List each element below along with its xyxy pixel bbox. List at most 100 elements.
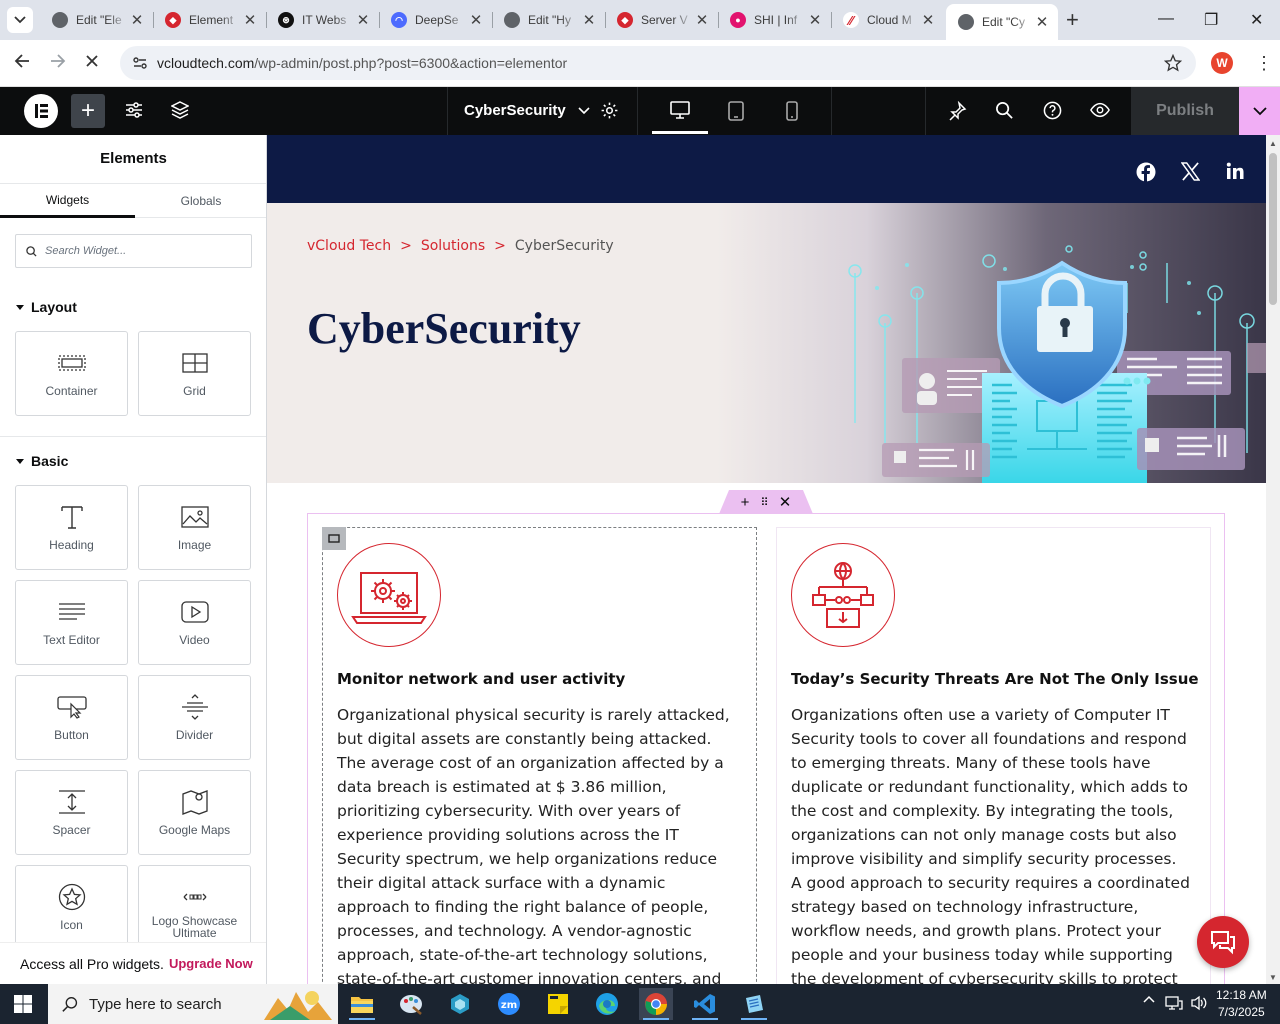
browser-tab[interactable]: Edit "Ele ✕	[40, 0, 153, 40]
publish-button[interactable]: Publish	[1131, 87, 1239, 135]
file-explorer-icon[interactable]	[345, 988, 379, 1020]
restore-icon[interactable]: ❐	[1204, 10, 1218, 30]
column-1-text[interactable]: Organizational physical security is rare…	[337, 703, 737, 984]
chrome-browser-icon[interactable]	[639, 988, 673, 1020]
profile-avatar[interactable]: W	[1211, 52, 1233, 74]
facebook-icon[interactable]	[1136, 162, 1156, 182]
paint-app-icon[interactable]	[394, 988, 428, 1020]
breadcrumb-solutions-link[interactable]: Solutions	[421, 238, 485, 254]
close-icon[interactable]: ✕	[468, 11, 484, 29]
browser-tab-active[interactable]: Edit "Cy ✕	[946, 4, 1058, 40]
close-icon[interactable]: ✕	[242, 11, 258, 29]
browser-tab[interactable]: ◠ DeepSe ✕	[379, 0, 492, 40]
volume-icon[interactable]	[1190, 995, 1208, 1011]
close-icon[interactable]: ✕	[355, 11, 371, 29]
scroll-up-icon[interactable]: ▲	[1269, 139, 1277, 148]
widget-grid[interactable]: Grid	[138, 331, 251, 416]
close-icon[interactable]: ✕	[920, 11, 936, 29]
vscode-icon[interactable]	[688, 988, 722, 1020]
section-handle[interactable]: + ⠿ ✕	[719, 490, 813, 514]
sticky-notes-icon[interactable]	[541, 988, 575, 1020]
widget-image[interactable]: Image	[138, 485, 251, 570]
svg-text:zm: zm	[501, 1000, 517, 1011]
network-icon[interactable]	[1165, 995, 1183, 1011]
browser-tab[interactable]: ⊛ IT Webs ✕	[266, 0, 379, 40]
app-hexagon-icon[interactable]	[443, 988, 477, 1020]
widget-button[interactable]: Button	[15, 675, 128, 760]
close-icon[interactable]: ✕	[129, 11, 145, 29]
desktop-device-icon[interactable]	[670, 101, 690, 119]
search-icon[interactable]	[995, 101, 1014, 120]
add-element-button[interactable]: +	[71, 94, 105, 128]
browser-tab[interactable]: ∕∕ Cloud M ✕	[831, 0, 944, 40]
browser-menu-icon[interactable]: ⋮	[1255, 54, 1273, 72]
page-title[interactable]: CyberSecurity	[307, 303, 581, 354]
x-twitter-icon[interactable]	[1181, 162, 1200, 181]
tab-search-dropdown[interactable]	[7, 7, 33, 33]
widget-divider[interactable]: Divider	[138, 675, 251, 760]
elementor-logo-icon[interactable]	[24, 94, 58, 128]
chat-widget-button[interactable]	[1197, 916, 1249, 968]
edge-browser-icon[interactable]	[590, 988, 624, 1020]
widget-text-editor[interactable]: Text Editor	[15, 580, 128, 665]
close-icon[interactable]: ✕	[694, 11, 710, 29]
upgrade-now-link[interactable]: Upgrade Now	[169, 956, 253, 971]
add-section-icon[interactable]: +	[741, 494, 750, 511]
scrollbar-thumb[interactable]	[1269, 153, 1277, 305]
new-tab-icon[interactable]: +	[1066, 9, 1079, 31]
category-basic[interactable]: Basic	[16, 453, 68, 469]
notes-pin-icon[interactable]	[947, 101, 967, 121]
widget-icon[interactable]: Icon	[15, 865, 128, 950]
forward-icon[interactable]	[50, 53, 66, 69]
mobile-device-icon[interactable]	[785, 101, 799, 121]
search-widget-input[interactable]: Search Widget...	[15, 234, 252, 268]
system-clock[interactable]: 12:18 AM 7/3/2025	[1216, 987, 1267, 1021]
browser-tab[interactable]: ● SHI | Inf ✕	[718, 0, 831, 40]
gear-icon[interactable]	[600, 101, 619, 120]
close-icon[interactable]: ✕	[1034, 13, 1050, 31]
delete-section-icon[interactable]: ✕	[779, 493, 792, 511]
stop-loading-icon[interactable]	[84, 53, 100, 69]
column-edit-handle[interactable]	[322, 527, 346, 550]
omnibox[interactable]: vcloudtech.com/wp-admin/post.php?post=63…	[120, 46, 1196, 80]
show-hidden-icons-icon[interactable]	[1143, 995, 1155, 1003]
column-1-heading[interactable]: Monitor network and user activity	[337, 670, 625, 688]
breadcrumb-home-link[interactable]: vCloud Tech	[307, 238, 391, 254]
notepad-icon[interactable]	[737, 988, 771, 1020]
widget-google-maps[interactable]: Google Maps	[138, 770, 251, 855]
canvas-scrollbar[interactable]: ▲ ▼	[1266, 135, 1280, 984]
close-icon[interactable]: ✕	[581, 11, 597, 29]
bookmark-star-icon[interactable]	[1164, 54, 1182, 72]
elementor-icon: ◆	[617, 12, 633, 28]
tab-widgets[interactable]: Widgets	[0, 184, 135, 218]
close-window-icon[interactable]: ✕	[1250, 10, 1263, 30]
drag-handle-icon[interactable]: ⠿	[761, 496, 769, 509]
browser-tab[interactable]: Edit "Hy ✕	[492, 0, 605, 40]
page-settings-title[interactable]: CyberSecurity	[464, 102, 590, 119]
zoom-app-icon[interactable]: zm	[492, 988, 526, 1020]
widget-heading[interactable]: Heading	[15, 485, 128, 570]
widget-video[interactable]: Video	[138, 580, 251, 665]
back-icon[interactable]	[14, 53, 30, 69]
widget-spacer[interactable]: Spacer	[15, 770, 128, 855]
category-layout[interactable]: Layout	[16, 299, 77, 315]
site-settings-sliders-icon[interactable]	[125, 101, 143, 119]
column-2-text[interactable]: Organizations often use a variety of Com…	[791, 703, 1191, 984]
tablet-device-icon[interactable]	[727, 101, 745, 121]
windows-start-icon[interactable]	[14, 995, 32, 1013]
minimize-icon[interactable]: —	[1158, 10, 1174, 28]
help-icon[interactable]	[1043, 101, 1062, 120]
linkedin-icon[interactable]	[1226, 162, 1244, 180]
widget-logo-showcase-ultimate[interactable]: Logo Showcase Ultimate	[138, 865, 251, 950]
browser-tab[interactable]: ◆ Server V ✕	[605, 0, 718, 40]
publish-options-button[interactable]	[1239, 87, 1280, 135]
taskbar-search-box[interactable]: Type here to search	[48, 984, 338, 1024]
tab-globals[interactable]: Globals	[135, 184, 266, 218]
widget-container[interactable]: Container	[15, 331, 128, 416]
browser-tab[interactable]: ◆ Element ✕	[153, 0, 266, 40]
preview-eye-icon[interactable]	[1090, 101, 1110, 119]
structure-layers-icon[interactable]	[171, 101, 189, 119]
column-2-heading[interactable]: Today’s Security Threats Are Not The Onl…	[791, 670, 1199, 688]
scroll-down-icon[interactable]: ▼	[1269, 973, 1277, 982]
close-icon[interactable]: ✕	[807, 11, 823, 29]
